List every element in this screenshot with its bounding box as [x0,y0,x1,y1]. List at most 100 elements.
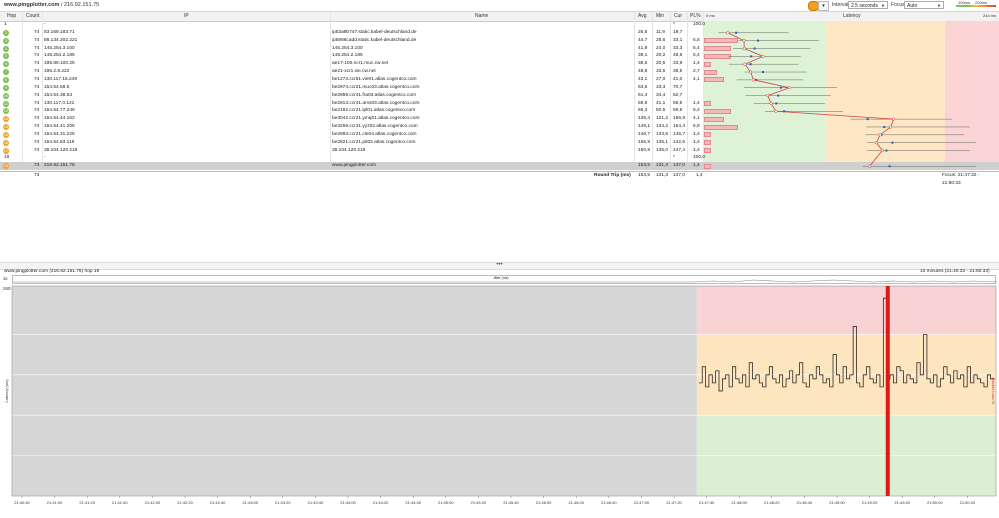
hop-number: 11 [3,100,9,107]
col-name[interactable]: Name [475,13,488,19]
summary-count: 73 [34,173,40,178]
cell-avg: 59,8 [638,100,648,106]
x-tick-label: 21:42:20 [177,500,193,505]
col-cur[interactable]: Cur [674,13,682,19]
hop-number: 15 [3,131,9,138]
cell-ip: 130.117.0.121 [44,100,75,106]
cell-name: be2993.ccr21.cle04.atlas.cogentco.com [332,131,417,137]
cell-cur: 19,7 [673,29,683,35]
col-min[interactable]: Min [656,13,664,19]
cell-count: 74 [34,139,40,145]
x-tick-label: 21:48:00 [731,500,747,505]
x-tick-label: 21:46:00 [536,500,552,505]
summary-row: 73 Round Trip (ms) 153,5 131,3 137,0 1,4… [0,171,999,186]
x-tick-label: 21:42:40 [210,500,226,505]
cell-avg: 39,1 [638,53,648,59]
hop-number: 6 [3,61,9,68]
cell-pl: 4,1 [693,76,700,82]
x-tick-label: 21:41:20 [79,500,95,505]
col-latency[interactable]: Latency [843,13,861,19]
cell-ip: 195.89.100.25 [44,61,75,67]
cell-pl: 1,4 [693,131,700,137]
focus-label: Focus [891,2,905,8]
current-latency-point [761,54,765,58]
x-tick-label: 21:50:20 [960,500,976,505]
cell-name: 145.254.2.185 [332,53,363,59]
x-tick-label: 21:50:00 [927,500,943,505]
cell-avg: 66,3 [638,108,648,114]
cell-name: be1273.ccr51.vie01.atlas.cogentco.com [332,76,417,82]
cell-name: be3042.ccr21.ymq01.atlas.cogentco.com [332,116,420,122]
cell-avg: 149,1 [638,124,651,130]
current-latency-line [727,32,895,167]
x-tick-label: 21:45:00 [438,500,454,505]
cell-count: 74 [34,61,40,67]
cell-min: 33,3 [656,84,666,90]
focus-value: Auto [907,3,918,9]
cell-name: be2813.ccr41.ams03.atlas.cogentco.com [332,100,420,106]
hop-number: 4 [3,45,9,52]
x-tick-label: 21:48:20 [764,500,780,505]
cell-pl: 6,8 [693,124,700,130]
cell-count: 74 [34,124,40,130]
hop-number: 18 [4,155,10,161]
cell-cur: 156,8 [673,116,686,122]
avg-marker [885,149,888,152]
cell-min: 131,3 [656,163,669,169]
current-latency-point [742,46,746,51]
cell-ip: 154.54.77.246 [44,108,75,114]
current-latency-point [743,62,747,66]
hop-number: 7 [3,69,9,76]
timeline-range[interactable]: 10 minutes (21:40:33 - 21:50:33) [920,268,990,275]
cell-cur: 38,5 [673,69,683,75]
col-hop[interactable]: Hop [7,13,16,19]
cell-name: 38.104.120.218 [332,147,366,153]
focus-range: Focus: 21:47:32 - 21:50:33 [942,173,980,186]
cell-cur: 33,3 [673,45,683,51]
hop-number: 17 [3,147,9,154]
x-tick-label: 21:49:20 [862,500,878,505]
chevron-down-icon: ▼ [881,3,885,8]
chevron-down-icon[interactable]: ▾ [818,1,829,11]
hop-number: 3 [3,37,9,44]
cell-min: 134,2 [656,124,669,130]
avg-marker [757,39,760,42]
cell-ip: 154.54.41.205 [44,124,75,130]
focus-select[interactable]: Auto ▼ [904,1,944,9]
avg-marker [866,118,869,121]
col-avg[interactable]: Avg [638,13,647,19]
cell-ip: 145.254.2.185 [44,53,75,59]
cell-pl: 1,4 [693,100,700,106]
latency-legend-bar [956,5,996,7]
x-tick-label: 21:47:20 [666,500,682,505]
cell-count: 74 [34,108,40,114]
interval-select[interactable]: 2.5 seconds ▼ [848,1,888,9]
cell-avg: 48,8 [638,69,648,75]
avg-marker [735,31,738,34]
jitter-scale: 35 [3,276,8,281]
x-tick-label: 21:46:40 [601,500,617,505]
col-count[interactable]: Count [26,13,39,19]
cell-avg: 135,4 [638,116,651,122]
cell-count: 74 [34,84,40,90]
summary-pl: 1,4 [696,173,703,178]
cell-name: ae21-xcr1.vie.cw.net [332,69,376,75]
hop-number: 2 [3,29,9,36]
x-tick-label: 21:43:40 [308,500,324,505]
cell-avg: 150,9 [638,147,651,153]
summary-min: 131,3 [656,173,669,178]
cell-name: be2959.ccr41.fra03.atlas.cogentco.com [332,92,416,98]
cell-min: 20,5 [656,61,666,67]
history-area [12,286,697,496]
col-ip[interactable]: IP [184,13,189,19]
cell-cur: 147,4 [673,147,686,153]
current-latency-point [868,164,872,168]
cell-avg: 41,9 [638,45,648,51]
cell-pl: 1,4 [693,163,700,169]
cell-count: 74 [34,131,40,137]
cell-name: www.pingplotter.com [332,163,376,169]
x-tick-label: 21:41:00 [47,500,63,505]
cell-avg: 61,4 [638,92,648,98]
col-pl[interactable]: PL% [690,13,701,19]
current-latency-point [726,31,730,35]
